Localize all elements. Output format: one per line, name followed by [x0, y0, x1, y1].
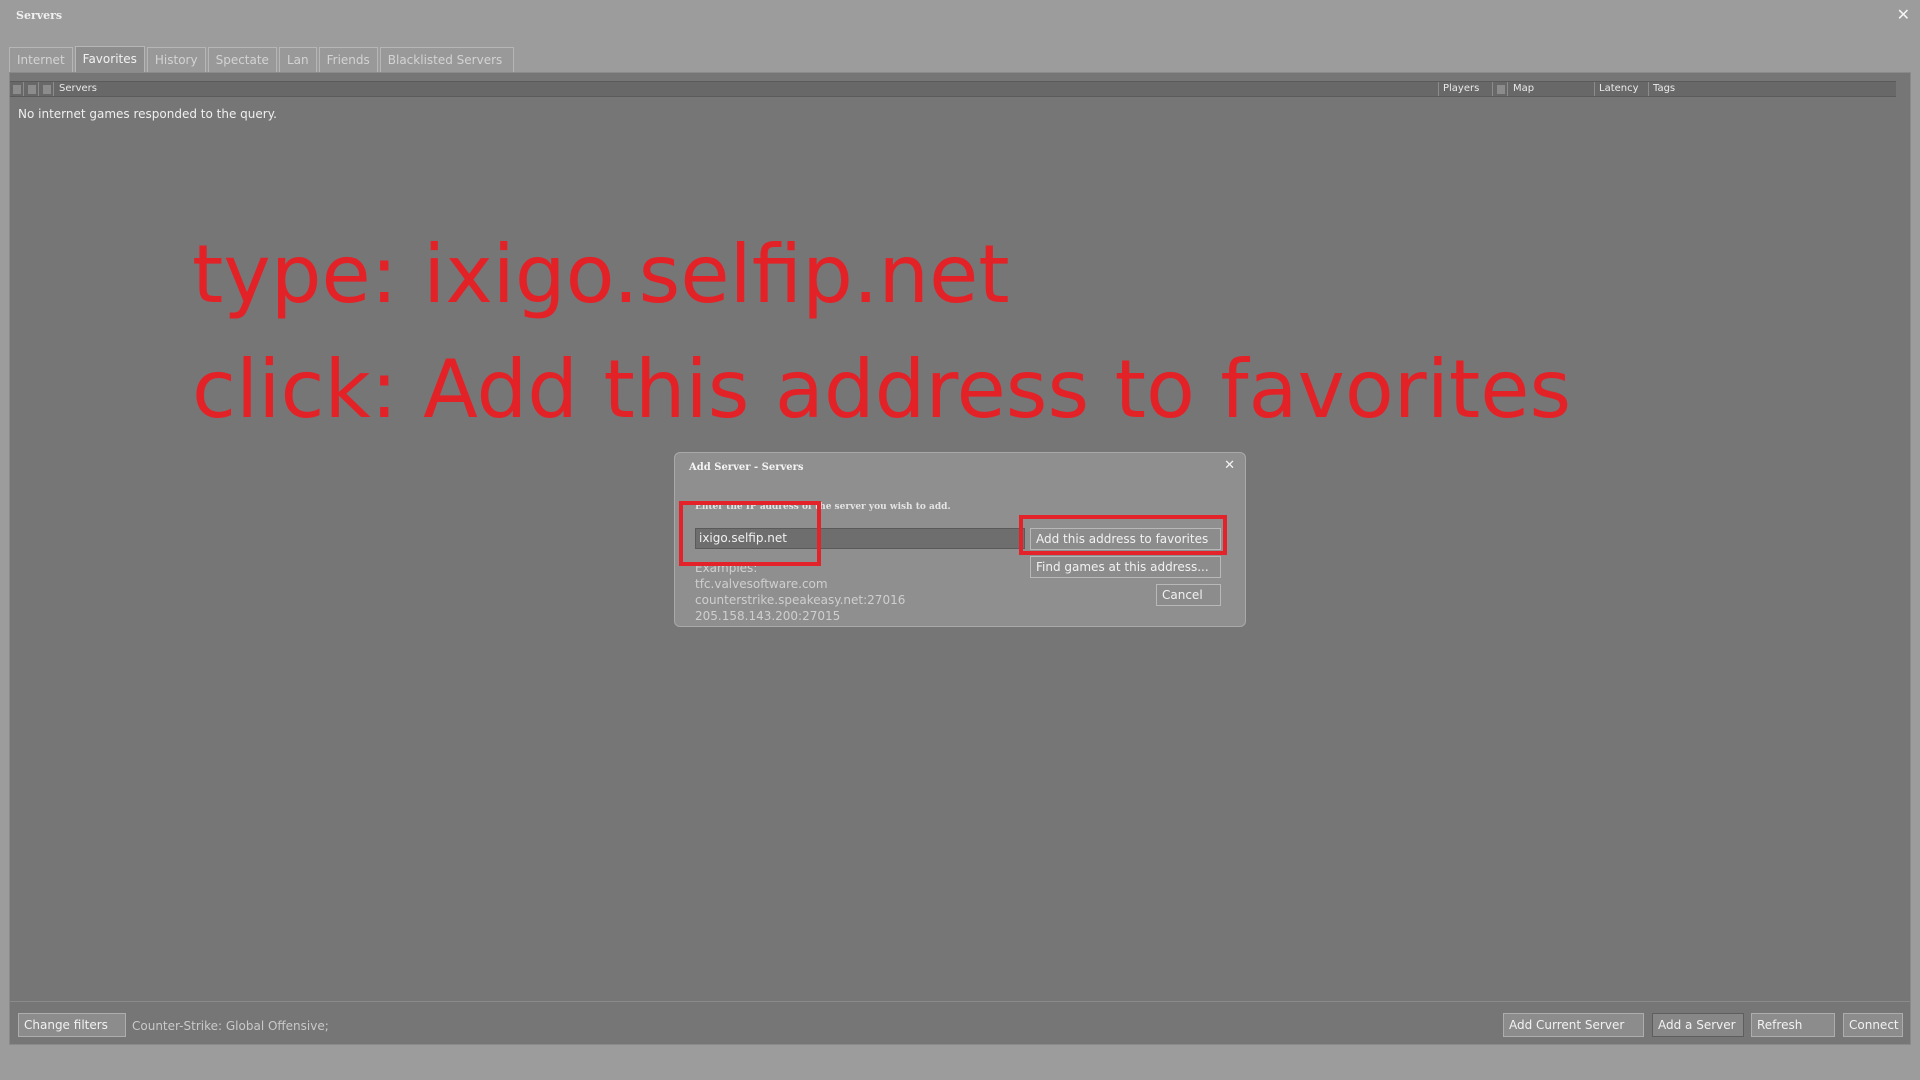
add-server-dialog: Add Server - Servers ✕ Enter the IP addr…: [674, 452, 1246, 627]
instruction-click: click: Add this address to favorites: [192, 343, 1572, 436]
add-to-favorites-button[interactable]: Add this address to favorites: [1030, 528, 1221, 550]
column-servers[interactable]: Servers: [55, 82, 1439, 96]
column-latency[interactable]: Latency: [1595, 82, 1649, 96]
tab-history[interactable]: History: [146, 47, 206, 72]
example-item: tfc.valvesoftware.com: [695, 577, 828, 591]
shield-icon[interactable]: [25, 82, 39, 96]
column-map[interactable]: Map: [1509, 82, 1595, 96]
column-tags[interactable]: Tags: [1649, 82, 1896, 96]
bottom-toolbar: Change filters Counter-Strike: Global Of…: [9, 1001, 1911, 1045]
cancel-button[interactable]: Cancel: [1156, 584, 1221, 606]
window-title: Servers: [16, 9, 63, 22]
empty-list-message: No internet games responded to the query…: [18, 107, 277, 121]
close-icon[interactable]: ✕: [1897, 5, 1910, 24]
column-players[interactable]: Players: [1439, 82, 1493, 96]
instruction-type: type: ixigo.selfip.net: [192, 228, 1010, 321]
lock-icon[interactable]: [10, 82, 24, 96]
tab-lan[interactable]: Lan: [278, 47, 317, 72]
tab-friends[interactable]: Friends: [318, 47, 378, 72]
filter-info: Counter-Strike: Global Offensive;: [132, 1019, 329, 1033]
dialog-prompt: Enter the IP address of the server you w…: [695, 502, 951, 512]
tab-spectate[interactable]: Spectate: [207, 47, 277, 72]
examples-list: Examples: tfc.valvesoftware.com counters…: [695, 560, 905, 624]
change-filters-button[interactable]: Change filters: [18, 1013, 126, 1037]
bots-column-icon[interactable]: [1494, 82, 1508, 96]
tab-favorites[interactable]: Favorites: [74, 46, 145, 73]
window-titlebar: Servers ✕: [0, 0, 1920, 30]
bots-icon[interactable]: [40, 82, 54, 96]
tab-blacklisted-servers[interactable]: Blacklisted Servers: [379, 47, 514, 72]
add-current-server-button[interactable]: Add Current Server: [1503, 1013, 1644, 1037]
tab-internet[interactable]: Internet: [9, 47, 73, 72]
server-address-input[interactable]: ixigo.selfip.net: [695, 528, 1025, 549]
examples-label: Examples:: [695, 561, 758, 575]
example-item: 205.158.143.200:27015: [695, 609, 841, 623]
find-games-button[interactable]: Find games at this address...: [1030, 556, 1221, 578]
tab-bar: Internet Favorites History Spectate Lan …: [9, 46, 516, 73]
column-header: Servers Players Map Latency Tags: [10, 81, 1896, 97]
refresh-button[interactable]: Refresh: [1751, 1013, 1835, 1037]
dialog-close-icon[interactable]: ✕: [1224, 458, 1235, 473]
dialog-title: Add Server - Servers: [689, 462, 804, 473]
add-a-server-button[interactable]: Add a Server: [1652, 1013, 1744, 1037]
example-item: counterstrike.speakeasy.net:27016: [695, 593, 906, 607]
connect-button[interactable]: Connect: [1843, 1013, 1903, 1037]
